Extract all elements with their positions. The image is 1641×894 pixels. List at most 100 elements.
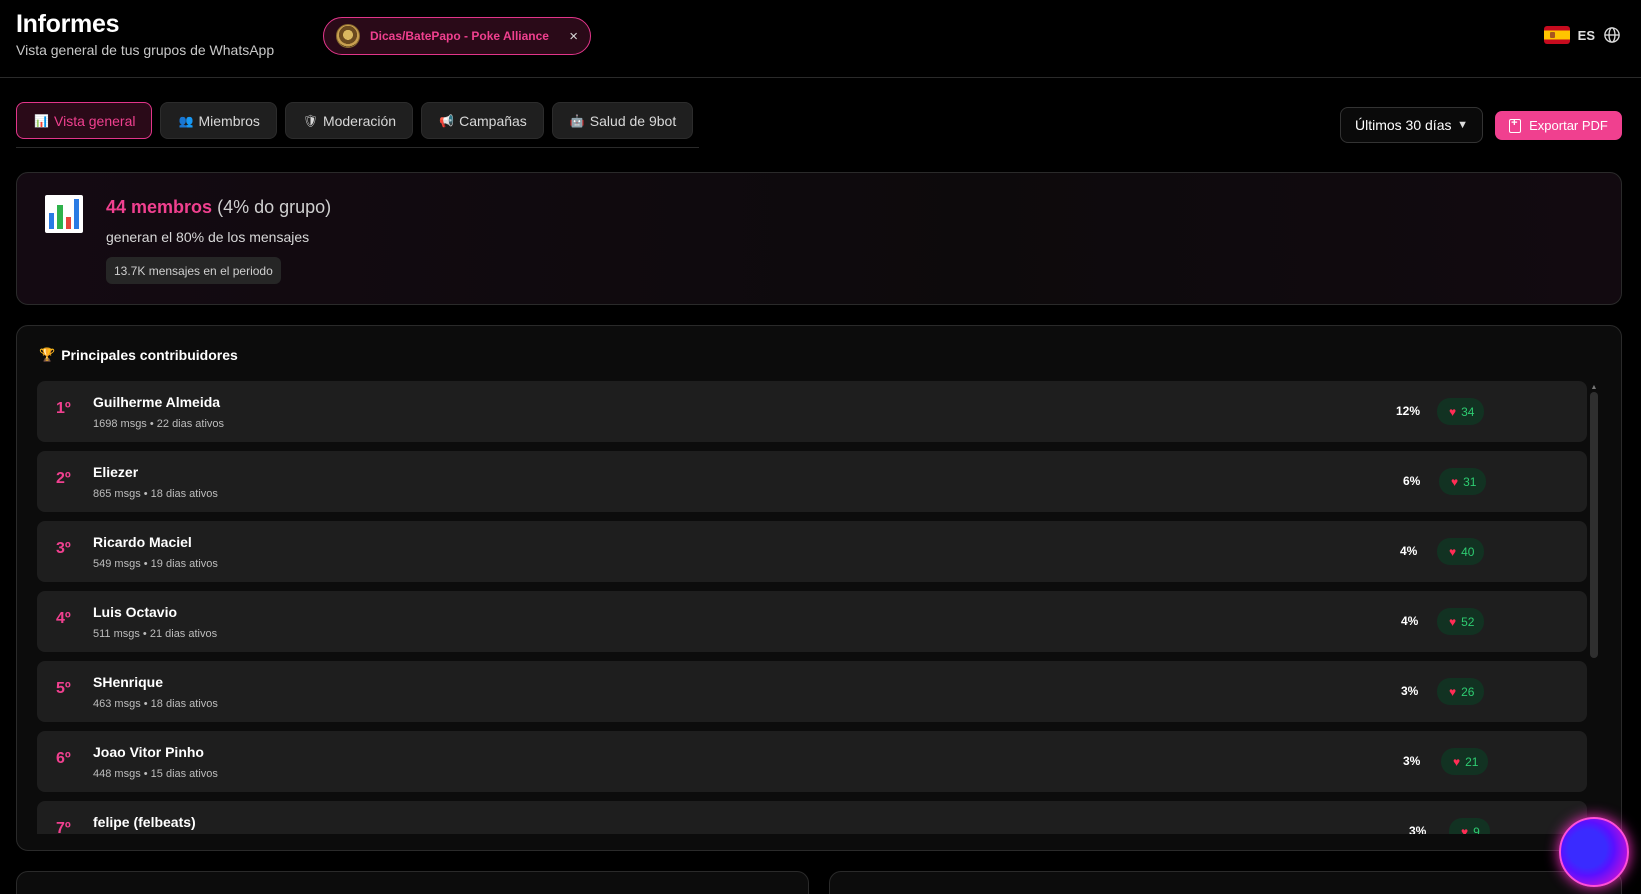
section-title: 🏆 Principales contribuidores (39, 347, 238, 363)
language-code[interactable]: ES (1578, 28, 1595, 43)
contributors-list: 1º Guilherme Almeida 1698 msgs • 22 dias… (37, 381, 1587, 834)
heart-icon: ♥ (1449, 684, 1457, 699)
list-scrollbar[interactable] (1590, 392, 1598, 658)
concentration-summary-card: 44 membros (4% do grupo) generan el 80% … (16, 172, 1622, 305)
likes-count: 52 (1461, 614, 1475, 629)
page-header: Informes Vista general de tus grupos de … (0, 0, 1641, 78)
likes-badge: ♥ 31 (1439, 468, 1487, 495)
assistant-orb-button[interactable] (1559, 817, 1629, 887)
likes-badge: ♥ 40 (1437, 538, 1485, 565)
rank-label: 7º (56, 820, 71, 834)
likes-count: 34 (1461, 404, 1475, 419)
likes-badge: ♥ 9 (1449, 818, 1490, 834)
tab-vista-general[interactable]: 📊 Vista general (16, 102, 153, 139)
tab-label: Campañas (459, 112, 527, 129)
tab-label: Moderación (322, 112, 397, 129)
tabs-divider (16, 147, 699, 148)
group-name: Dicas/BatePapo - Poke Alliance (370, 29, 549, 43)
list-item[interactable]: 3º Ricardo Maciel 549 msgs • 19 dias ati… (37, 521, 1587, 582)
member-name: Ricardo Maciel (93, 534, 192, 550)
likes-count: 21 (1465, 754, 1479, 769)
rank-label: 3º (56, 540, 71, 557)
megaphone-icon: 📢 (439, 113, 455, 128)
share-percent: 3% (1403, 754, 1421, 768)
summary-description: generan el 80% de los mensajes (106, 229, 310, 245)
heart-icon: ♥ (1451, 474, 1459, 489)
export-pdf-label: Exportar PDF (1529, 118, 1608, 133)
member-stats: 549 msgs • 19 dias ativos (93, 558, 218, 570)
period-select[interactable]: Últimos 30 días ▼ (1340, 107, 1483, 143)
chevron-down-icon: ▼ (1457, 119, 1468, 131)
heart-icon: ♥ (1449, 544, 1457, 559)
export-pdf-button[interactable]: Exportar PDF (1495, 111, 1622, 140)
robot-icon: 🤖 (569, 113, 585, 128)
rank-label: 5º (56, 680, 71, 697)
page-title: Informes (16, 10, 120, 38)
likes-badge: ♥ 34 (1437, 398, 1485, 425)
rank-label: 2º (56, 470, 71, 487)
rank-label: 6º (56, 750, 71, 767)
globe-icon[interactable] (1603, 26, 1621, 44)
report-tabs: 📊 Vista general 👥 Miembros 🛡 Moderación … (16, 102, 694, 139)
member-name: SHenrique (93, 674, 164, 690)
scroll-up-icon[interactable]: ▲ (1590, 384, 1598, 391)
member-name: felipe (felbeats) (93, 814, 196, 830)
member-stats: 865 msgs • 18 dias ativos (93, 488, 218, 500)
likes-count: 31 (1463, 474, 1477, 489)
period-select-value: Últimos 30 días (1355, 117, 1452, 133)
likes-count: 9 (1473, 824, 1480, 835)
heart-icon: ♥ (1461, 824, 1469, 835)
selected-group-chip[interactable]: Dicas/BatePapo - Poke Alliance × (323, 17, 591, 55)
share-percent: 4% (1400, 544, 1418, 558)
share-percent: 3% (1401, 684, 1419, 698)
list-item[interactable]: 4º Luis Octavio 511 msgs • 21 dias ativo… (37, 591, 1587, 652)
heart-icon: ♥ (1449, 404, 1457, 419)
tab-salud-9bot[interactable]: 🤖 Salud de 9bot (551, 102, 694, 139)
tab-miembros[interactable]: 👥 Miembros (160, 102, 277, 139)
member-name: Eliezer (93, 464, 139, 480)
list-item[interactable]: 1º Guilherme Almeida 1698 msgs • 22 dias… (37, 381, 1587, 442)
bar-chart-icon: 📊 (34, 113, 49, 128)
rank-label: 1º (56, 400, 71, 417)
list-item[interactable]: 7º felipe (felbeats) 3% ♥ 9 (37, 801, 1587, 834)
member-stats: 448 msgs • 15 dias ativos (93, 768, 218, 780)
tab-label: Vista general (54, 112, 136, 129)
group-avatar (336, 24, 360, 48)
page-subtitle: Vista general de tus grupos de WhatsApp (16, 42, 275, 58)
share-percent: 6% (1403, 474, 1421, 488)
share-percent: 3% (1409, 824, 1427, 834)
close-icon[interactable]: × (569, 28, 578, 45)
rank-label: 4º (56, 610, 71, 627)
language-selector[interactable]: ES (1543, 26, 1621, 44)
bottom-right-card (829, 871, 1622, 894)
trophy-icon: 🏆 (39, 347, 56, 362)
member-stats: 1698 msgs • 22 dias ativos (93, 418, 225, 430)
tab-moderacion[interactable]: 🛡 Moderación (284, 102, 414, 139)
member-stats: 511 msgs • 21 dias ativos (93, 628, 218, 640)
likes-count: 40 (1461, 544, 1475, 559)
section-title-text: Principales contribuidores (61, 347, 238, 363)
spain-flag-icon (1543, 26, 1570, 44)
share-percent: 12% (1396, 404, 1421, 418)
heart-icon: ♥ (1449, 614, 1457, 629)
messages-total-badge: 13.7K mensajes en el periodo (106, 257, 281, 284)
users-icon: 👥 (178, 113, 194, 128)
likes-badge: ♥ 21 (1441, 748, 1489, 775)
member-name: Guilherme Almeida (93, 394, 221, 410)
tab-label: Salud de 9bot (589, 112, 677, 129)
list-item[interactable]: 2º Eliezer 865 msgs • 18 dias ativos 6% … (37, 451, 1587, 512)
bottom-left-card (16, 871, 809, 894)
bar-chart-icon (45, 195, 83, 233)
summary-group-percent: (4% do grupo) (217, 197, 332, 217)
tab-label: Miembros (198, 112, 260, 129)
list-item[interactable]: 6º Joao Vitor Pinho 448 msgs • 15 dias a… (37, 731, 1587, 792)
tab-campanas[interactable]: 📢 Campañas (421, 102, 544, 139)
list-item[interactable]: 5º SHenrique 463 msgs • 18 dias ativos 3… (37, 661, 1587, 722)
likes-count: 26 (1461, 684, 1475, 699)
shield-icon: 🛡 (302, 113, 319, 128)
summary-member-count: 44 membros (106, 197, 213, 217)
member-stats: 463 msgs • 18 dias ativos (93, 698, 218, 710)
top-contributors-card: 🏆 Principales contribuidores 1º Guilherm… (16, 325, 1622, 851)
file-plus-icon (1509, 117, 1522, 133)
summary-headline: 44 membros (4% do grupo) (106, 197, 331, 218)
